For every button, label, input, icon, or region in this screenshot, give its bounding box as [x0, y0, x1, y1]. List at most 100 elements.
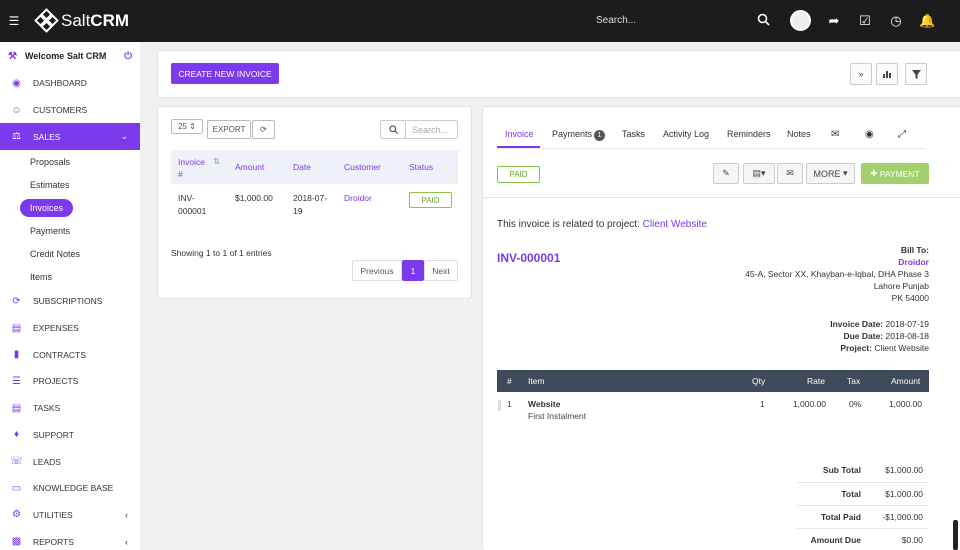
eye-icon[interactable]: ◉: [865, 129, 874, 140]
page-size-select[interactable]: 25 ⇕: [171, 119, 203, 134]
welcome-text: Welcome Salt CRM: [24, 51, 107, 61]
sidebar-item-projects[interactable]: ☰ PROJECTS: [0, 368, 140, 395]
stats-button[interactable]: [876, 63, 898, 85]
bill-to-address-2: Lahore Punjab: [873, 281, 929, 291]
send-email-button[interactable]: ✉: [777, 163, 803, 184]
related-project-link[interactable]: Client Website: [643, 219, 707, 230]
page-size-value: 25: [178, 122, 187, 131]
tab-tasks[interactable]: Tasks: [622, 129, 645, 139]
email-tracking-icon[interactable]: ✉: [831, 129, 839, 140]
expand-icon[interactable]: ⤢: [898, 129, 906, 140]
sidebar-sub-label: Payments: [30, 225, 71, 236]
filter-icon: [911, 69, 921, 79]
col-customer[interactable]: Customer: [344, 162, 381, 172]
sidebar-item-contracts[interactable]: ▮ CONTRACTS: [0, 341, 140, 368]
power-icon[interactable]: ⏻: [124, 51, 132, 62]
sidebar-item-label: DASHBOARD: [33, 78, 87, 89]
sidebar-item-reports[interactable]: ▩ REPORTS ‹: [0, 528, 140, 550]
chevron-left-icon: ‹: [125, 509, 128, 520]
sidebar-item-subscriptions[interactable]: ⟳ SUBSCRIPTIONS: [0, 288, 140, 315]
project-label: Project:: [840, 343, 872, 353]
project: Project: Client Website: [840, 343, 929, 353]
bill-to-address-1: 45-A, Sector XX, Khayban-e-Iqbal, DHA Ph…: [745, 269, 929, 279]
drag-handle[interactable]: [498, 400, 501, 411]
col-date[interactable]: Date: [293, 162, 311, 172]
sidebar-item-label: CUSTOMERS: [33, 105, 88, 116]
checkbox-icon[interactable]: ☑: [857, 13, 873, 29]
col-status[interactable]: Status: [409, 162, 433, 172]
sidebar-sub-items[interactable]: Items: [0, 265, 140, 288]
sidebar-sub-payments[interactable]: Payments: [0, 219, 140, 242]
row-customer-link[interactable]: Droidor: [344, 193, 372, 203]
search-icon[interactable]: [755, 13, 771, 29]
pdf-dropdown-button[interactable]: ▤▾: [743, 163, 775, 184]
tab-payments-label: Payments: [552, 129, 593, 139]
search-button[interactable]: [380, 120, 406, 139]
clock-icon[interactable]: ◷: [888, 13, 904, 29]
bell-icon[interactable]: 🔔: [919, 13, 935, 29]
create-invoice-button[interactable]: CREATE NEW INVOICE: [171, 63, 279, 84]
more-button[interactable]: MORE ▾: [806, 163, 855, 184]
bill-to-name[interactable]: Droidor: [898, 257, 929, 267]
sidebar-sub-credit-notes[interactable]: Credit Notes: [0, 242, 140, 265]
refresh-icon: ⟳: [12, 295, 21, 307]
page-scrollbar[interactable]: [953, 520, 958, 550]
sidebar-item-label: KNOWLEDGE BASE: [33, 483, 114, 494]
sidebar-sub-estimates[interactable]: Estimates: [0, 173, 140, 196]
total-value: $1,000.00: [885, 489, 923, 499]
share-icon[interactable]: ➦: [826, 13, 842, 29]
refresh-button[interactable]: ⟳: [252, 120, 275, 139]
filter-button[interactable]: [905, 63, 927, 85]
sidebar-item-dashboard[interactable]: ◉ DASHBOARD: [0, 70, 140, 97]
sidebar-sub-proposals[interactable]: Proposals: [0, 150, 140, 173]
plus-icon: ✚: [870, 168, 880, 178]
sidebar-item-label: SALES: [33, 131, 61, 142]
table-search-input[interactable]: Search...: [405, 120, 458, 139]
tab-notes[interactable]: Notes: [787, 129, 811, 139]
page-1-button[interactable]: 1: [402, 260, 424, 281]
file-icon: ▮: [13, 349, 20, 361]
bill-to-address-3: PK 54000: [891, 293, 929, 303]
sidebar-sub-invoices[interactable]: Invoices: [0, 196, 140, 219]
sort-icon[interactable]: ⇅: [213, 156, 220, 167]
payments-count-badge: 1: [594, 130, 606, 141]
chevron-left-icon: ‹: [125, 536, 128, 547]
menu-icon[interactable]: ☰: [0, 14, 28, 28]
status-badge: PAID: [497, 166, 540, 183]
subtotal-row: Sub Total $1,000.00: [797, 459, 929, 482]
subtotal-label: Sub Total: [822, 465, 861, 475]
item-tax: 0%: [849, 399, 862, 409]
toggle-panel-button[interactable]: »: [850, 63, 872, 85]
sidebar-item-utilities[interactable]: ⚙ UTILITIES ‹: [0, 502, 140, 529]
tab-invoice[interactable]: Invoice: [505, 129, 534, 139]
tab-reminders[interactable]: Reminders: [727, 129, 771, 139]
amount-due-label: Amount Due: [810, 535, 861, 545]
logo[interactable]: Salt CRM: [34, 8, 129, 33]
search-input[interactable]: Search...: [596, 15, 636, 26]
tab-payments[interactable]: Payments 1: [552, 129, 606, 141]
item-name: Website: [528, 399, 561, 409]
sidebar-item-support[interactable]: ♦ SUPPORT: [0, 422, 140, 449]
sidebar-item-knowledge-base[interactable]: ▭ KNOWLEDGE BASE: [0, 475, 140, 502]
row-invoice-a[interactable]: INV-: [178, 193, 195, 203]
file-pdf-icon: ▤▾: [752, 168, 766, 178]
col-invoice[interactable]: Invoice #: [178, 156, 208, 180]
sidebar-item-tasks[interactable]: ▤ TASKS: [0, 395, 140, 422]
export-button[interactable]: EXPORT: [207, 120, 251, 139]
sidebar-item-leads[interactable]: ☏ LEADS: [0, 448, 140, 475]
previous-button[interactable]: Previous: [352, 260, 402, 281]
edit-button[interactable]: ✎: [713, 163, 739, 184]
sidebar-item-label: EXPENSES: [33, 323, 79, 334]
sidebar-item-sales[interactable]: ⚖ SALES ⌄: [0, 123, 140, 151]
row-invoice-b[interactable]: 000001: [178, 206, 206, 216]
sidebar-item-customers[interactable]: ☺ CUSTOMERS: [0, 97, 140, 124]
total-paid-row: Total Paid -$1,000.00: [797, 505, 929, 528]
sidebar-item-expenses[interactable]: ▤ EXPENSES: [0, 315, 140, 342]
payment-button[interactable]: ✚ PAYMENT: [861, 163, 929, 184]
tab-activity-log[interactable]: Activity Log: [663, 129, 709, 139]
subtotal-value: $1,000.00: [885, 465, 923, 475]
next-button[interactable]: Next: [424, 260, 458, 281]
avatar[interactable]: [790, 10, 811, 31]
logo-mark-icon: [34, 8, 59, 33]
col-amount[interactable]: Amount: [235, 162, 264, 172]
